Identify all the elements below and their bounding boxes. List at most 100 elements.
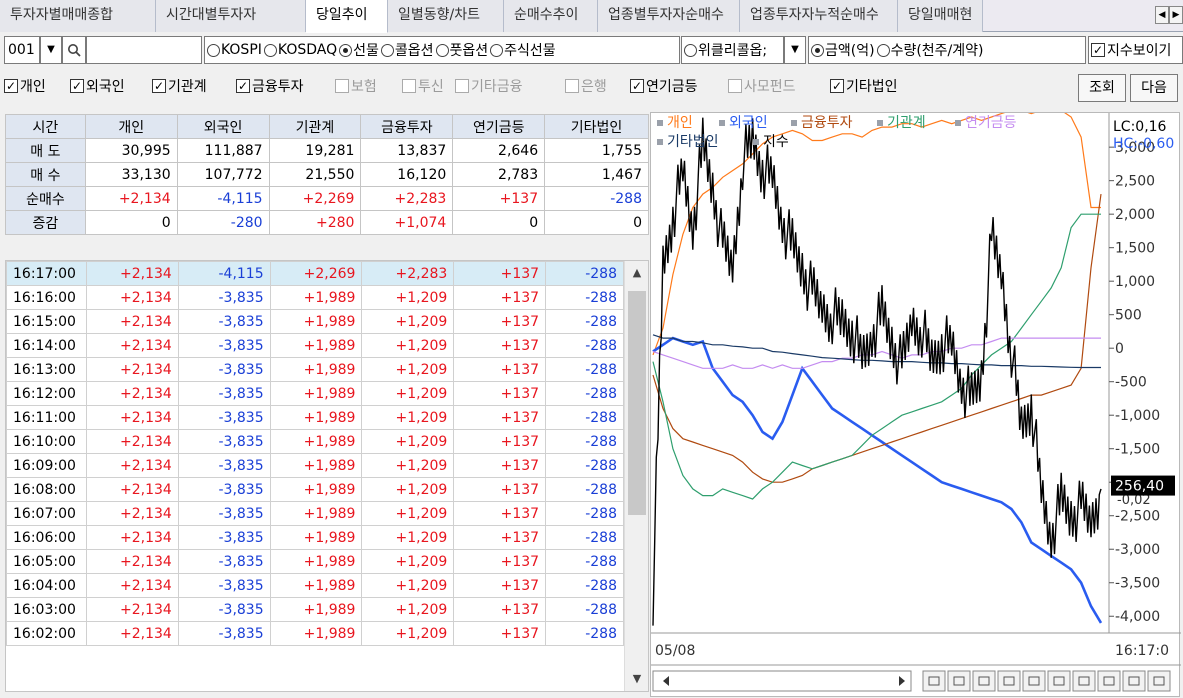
table-row[interactable]: 16:16:00 +2,134 -3,835 +1,989 +1,209 +137 -288 <box>6 285 624 310</box>
scroll-down-icon[interactable]: ▼ <box>625 667 648 691</box>
investor-checkbox-0[interactable]: ✓ 개인 <box>4 76 46 96</box>
table-row[interactable]: 16:06:00 +2,134 -3,835 +1,989 +1,209 +137 -288 <box>6 525 624 550</box>
investor-checkbox-label: 기타금융 <box>471 79 523 95</box>
table-row[interactable]: 16:14:00 +2,134 -3,835 +1,989 +1,209 +137 -288 <box>6 333 624 358</box>
check-icon: ✓ <box>236 79 250 93</box>
value-cell: +2,134 <box>85 573 179 598</box>
tab-2[interactable]: 당일추이 <box>306 0 388 33</box>
check-icon: ✓ <box>630 79 644 93</box>
summary-cell: 16,120 <box>360 162 454 187</box>
lc-label: LC:0,16 <box>1113 119 1167 135</box>
summary-cell: +1,074 <box>360 210 454 235</box>
investor-checkbox-6[interactable]: 기타금융 <box>455 76 523 96</box>
check-icon <box>565 79 579 93</box>
value-cell: +1,209 <box>361 573 455 598</box>
tab-scroll-left-icon[interactable]: ◀ <box>1155 6 1169 24</box>
zoom-icon[interactable] <box>1122 670 1146 692</box>
legend-entry-5: 기타법인 <box>667 134 719 150</box>
tab-3[interactable]: 일별동향/차트 <box>388 0 504 32</box>
text-icon[interactable] <box>1147 670 1171 692</box>
tab-6[interactable]: 업종투자자누적순매수 <box>740 0 898 32</box>
investor-checkbox-1[interactable]: ✓ 외국인 <box>70 76 125 96</box>
radio-label: 선물 <box>353 43 379 59</box>
tab-7[interactable]: 당일매매현 <box>898 0 983 32</box>
table-row[interactable]: 16:08:00 +2,134 -3,835 +1,989 +1,209 +137 -288 <box>6 477 624 502</box>
value-cell: +1,209 <box>361 453 455 478</box>
settings-icon[interactable] <box>1022 670 1046 692</box>
table-row[interactable]: 16:03:00 +2,134 -3,835 +1,989 +1,209 +137 -288 <box>6 597 624 622</box>
rewind-icon[interactable] <box>922 670 946 692</box>
radio-4[interactable]: 풋옵션 <box>435 40 488 60</box>
radio-0[interactable]: KOSPI <box>207 42 262 58</box>
weekly-dropdown-button[interactable]: ▼ <box>784 36 806 64</box>
investor-checkbox-3[interactable]: ✓ 금융투자 <box>236 76 304 96</box>
value-cell: -288 <box>545 549 624 574</box>
value-cell: +137 <box>453 333 547 358</box>
window-icon[interactable] <box>1047 670 1071 692</box>
table-row[interactable]: 16:07:00 +2,134 -3,835 +1,989 +1,209 +137 -288 <box>6 501 624 526</box>
value-cell: -288 <box>545 261 624 286</box>
query-button[interactable]: 조회 <box>1078 74 1126 102</box>
investor-checkbox-10[interactable]: ✓ 기타법인 <box>830 76 898 96</box>
next-button[interactable]: 다음 <box>1130 74 1178 102</box>
value-cell: -3,835 <box>177 453 271 478</box>
y-tick-label: -500 <box>1115 375 1147 391</box>
table-row[interactable]: 16:12:00 +2,134 -3,835 +1,989 +1,209 +137 -288 <box>6 381 624 406</box>
weekly-option-radio[interactable]: 위클리콜옵; <box>684 40 767 60</box>
chart-h-scrollbar[interactable] <box>652 670 912 692</box>
scroll-thumb[interactable] <box>628 291 646 515</box>
value-cell: +2,134 <box>85 477 179 502</box>
layout-icon[interactable] <box>997 670 1021 692</box>
time-cell: 16:07:00 <box>6 501 87 526</box>
cursor-icon[interactable] <box>1097 670 1121 692</box>
radio-1[interactable]: KOSDAQ <box>263 42 337 58</box>
table-row[interactable]: 16:02:00 +2,134 -3,835 +1,989 +1,209 +137 -288 <box>6 621 624 646</box>
table-row[interactable]: 16:09:00 +2,134 -3,835 +1,989 +1,209 +137 -288 <box>6 453 624 478</box>
summary-cell: +2,134 <box>84 186 178 211</box>
tab-4[interactable]: 순매수추이 <box>504 0 598 32</box>
fast-forward-icon[interactable] <box>972 670 996 692</box>
radio-1[interactable]: 수량(천주/계약) <box>876 40 984 60</box>
investor-checkbox-2[interactable]: ✓ 기관계 <box>152 76 207 96</box>
tab-1[interactable]: 시간대별투자자 <box>156 0 306 32</box>
table-row[interactable]: 16:17:00 +2,134 -4,115 +2,269 +2,283 +137 -288 <box>6 261 624 286</box>
code-input[interactable]: 001 <box>4 36 40 64</box>
code-dropdown-button[interactable]: ▼ <box>40 36 62 64</box>
value-cell: -3,835 <box>177 405 271 430</box>
table-row[interactable]: 16:11:00 +2,134 -3,835 +1,989 +1,209 +137 -288 <box>6 405 624 430</box>
show-index-checkbox[interactable]: ✓ 지수보이기 <box>1091 40 1171 60</box>
investor-checkbox-label: 투신 <box>418 79 444 95</box>
table-row[interactable]: 16:05:00 +2,134 -3,835 +1,989 +1,209 +137 -288 <box>6 549 624 574</box>
investor-checkbox-9[interactable]: 사모펀드 <box>728 76 796 96</box>
table-row[interactable]: 16:13:00 +2,134 -3,835 +1,989 +1,209 +137 -288 <box>6 357 624 382</box>
radio-5[interactable]: 주식선물 <box>490 40 556 60</box>
tab-5[interactable]: 업종별투자자순매수 <box>598 0 740 32</box>
code-search-button[interactable] <box>62 36 86 64</box>
investor-checkbox-5[interactable]: 투신 <box>402 76 444 96</box>
market-radio-group: KOSPI KOSDAQ 선물 콜옵션 풋옵션 주식선물 <box>204 36 680 64</box>
radio-0[interactable]: 금액(억) <box>811 40 875 60</box>
scroll-up-icon[interactable]: ▲ <box>625 261 648 285</box>
radio-2[interactable]: 선물 <box>339 40 379 60</box>
value-cell: +2,134 <box>85 453 179 478</box>
value-cell: +137 <box>453 309 547 334</box>
investor-checkbox-7[interactable]: 은행 <box>565 76 607 96</box>
summary-cell: +2,269 <box>268 186 362 211</box>
radio-icon <box>339 43 353 57</box>
investor-checkbox-label: 사모펀드 <box>744 79 796 95</box>
table-row[interactable]: 16:15:00 +2,134 -3,835 +1,989 +1,209 +137 -288 <box>6 309 624 334</box>
vertical-scrollbar[interactable]: ▲ ▼ <box>624 261 648 691</box>
summary-cell: -280 <box>176 210 270 235</box>
table-row[interactable]: 16:10:00 +2,134 -3,835 +1,989 +1,209 +137 -288 <box>6 429 624 454</box>
investor-checkbox-8[interactable]: ✓ 연기금등 <box>630 76 698 96</box>
tab-scroll-right-icon[interactable]: ▶ <box>1169 6 1183 24</box>
table-row[interactable]: 16:04:00 +2,134 -3,835 +1,989 +1,209 +137 -288 <box>6 573 624 598</box>
legend-entry-0: 개인 <box>667 115 693 131</box>
summary-header-cell: 기관계 <box>268 114 362 139</box>
tab-0[interactable]: 투자자별매매종합 <box>0 0 156 32</box>
investor-checkbox-4[interactable]: 보험 <box>335 76 377 96</box>
stop-icon[interactable] <box>947 670 971 692</box>
chart-type-icon[interactable] <box>1072 670 1096 692</box>
radio-3[interactable]: 콜옵션 <box>380 40 434 60</box>
name-field[interactable] <box>86 36 202 64</box>
